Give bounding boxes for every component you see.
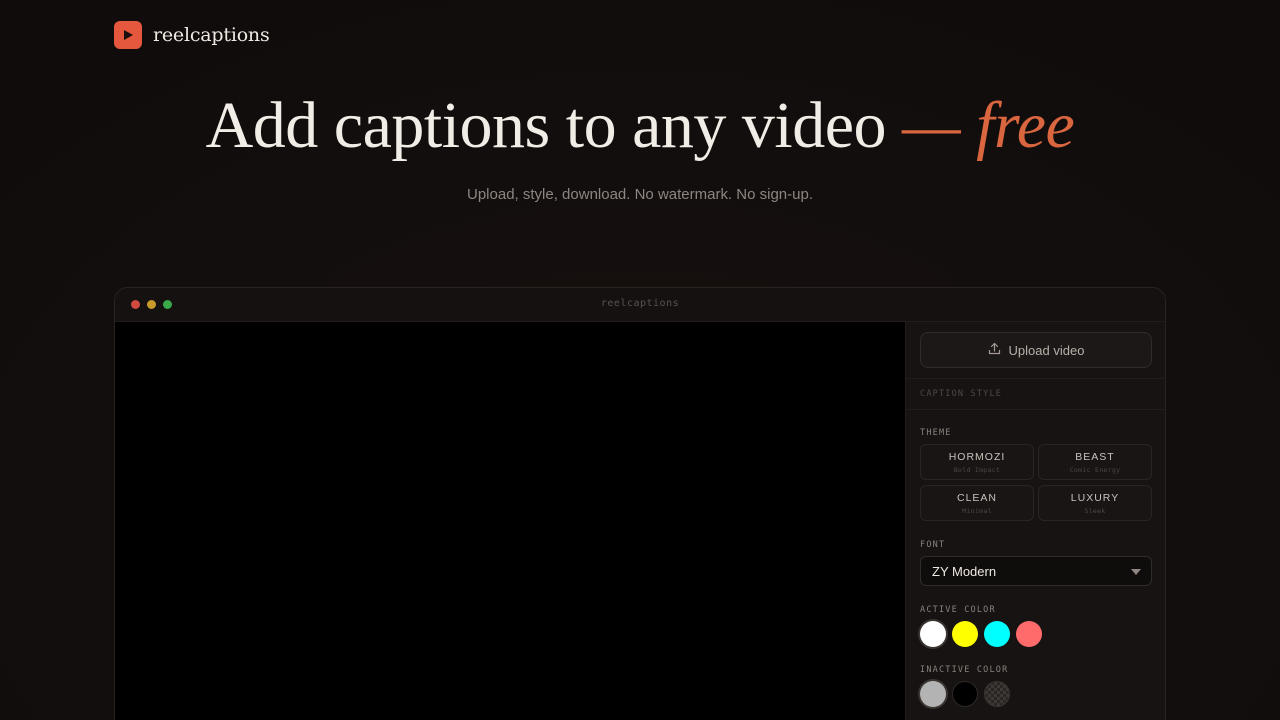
video-preview [115,322,905,720]
upload-video-label: Upload video [1008,342,1085,358]
theme-option-beast[interactable]: BEAST Comic Energy [1038,444,1152,480]
brand-name: reelcaptions [153,24,270,46]
hero-title: Add captions to any video — free [0,88,1280,164]
inactive-color-label: INACTIVE COLOR [920,665,1009,675]
active-color-white-swatch[interactable] [920,621,946,647]
active-color-yellow-swatch[interactable] [952,621,978,647]
play-icon [114,21,142,49]
window-title: reelcaptions [600,298,680,309]
active-color-coral-swatch[interactable] [1016,621,1042,647]
theme-name: BEAST [1075,451,1115,463]
hero-title-accent: — free [902,89,1075,162]
theme-name: CLEAN [956,492,997,504]
theme-desc: Sleek [1084,507,1106,515]
window-titlebar: reelcaptions [115,288,1165,322]
active-color-cyan-swatch[interactable] [984,621,1010,647]
theme-option-clean[interactable]: CLEAN Minimal [920,485,1034,521]
theme-grid: HORMOZI Bold Impact BEAST Comic Energy C… [920,444,1152,521]
theme-name: HORMOZI [948,451,1006,463]
theme-label: THEME [920,428,952,438]
inactive-color-swatches [920,681,1010,707]
font-select[interactable]: ZY Modern [920,556,1152,586]
inactive-color-gray-swatch[interactable] [920,681,946,707]
style-panel: Upload video CAPTION STYLE THEME HORMOZI… [905,322,1165,720]
hero-subtitle: Upload, style, download. No watermark. N… [467,186,813,203]
hero-title-main: Add captions to any video [205,89,902,162]
theme-desc: Comic Energy [1069,466,1121,474]
active-color-label: ACTIVE COLOR [920,605,996,615]
caption-style-heading: CAPTION STYLE [906,378,1165,410]
chevron-down-icon [1131,569,1141,575]
inactive-color-black-swatch[interactable] [952,681,978,707]
theme-option-luxury[interactable]: LUXURY Sleek [1038,485,1152,521]
theme-name: LUXURY [1070,492,1120,504]
upload-icon [988,342,1001,358]
font-select-value: ZY Modern [932,564,997,579]
theme-option-hormozi[interactable]: HORMOZI Bold Impact [920,444,1034,480]
font-label: FONT [920,540,946,550]
theme-desc: Bold Impact [953,466,1001,474]
upload-video-button[interactable]: Upload video [920,332,1152,368]
app-window: reelcaptions Upload video CAPTION STYLE … [114,287,1166,720]
inactive-color-transparent-swatch[interactable] [984,681,1010,707]
brand[interactable]: reelcaptions [114,21,270,49]
theme-desc: Minimal [962,507,992,515]
active-color-swatches [920,621,1042,647]
